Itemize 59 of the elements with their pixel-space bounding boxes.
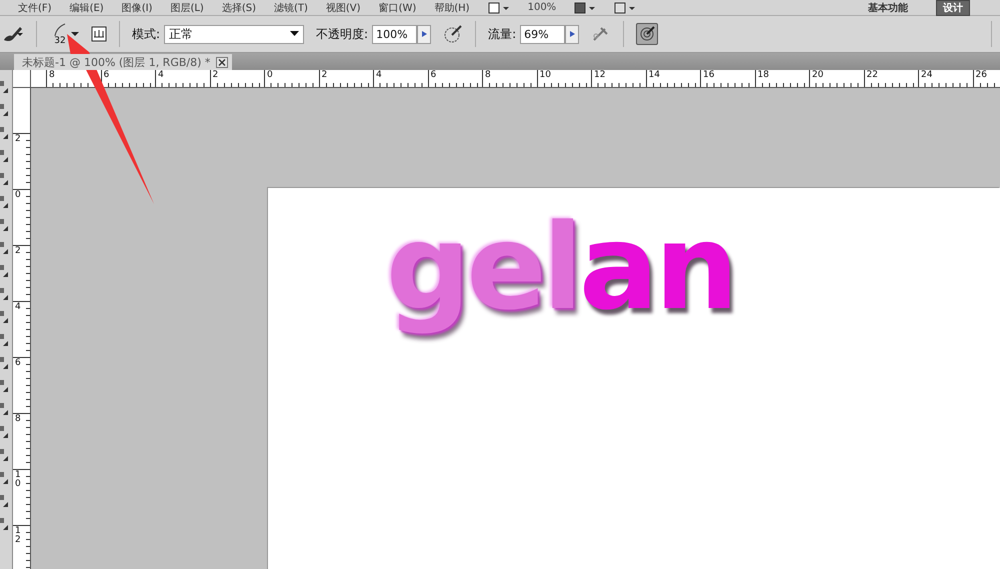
ruler-label: 18 <box>758 70 769 80</box>
menu-item[interactable]: 图层(L) <box>170 0 204 14</box>
document-tab[interactable]: 未标题-1 @ 100% (图层 1, RGB/8) * <box>14 54 232 70</box>
brush-panel-icon[interactable] <box>91 26 107 42</box>
workspace-button[interactable]: 设计 <box>936 0 970 16</box>
menu-item[interactable]: 滤镜(T) <box>274 0 308 14</box>
ruler-label: 2 <box>14 134 22 144</box>
bevel-text: an <box>578 198 735 336</box>
menu-item[interactable]: 文件(F) <box>18 0 52 14</box>
fur-text: gel <box>386 198 579 336</box>
brush-preset-picker[interactable]: 32 <box>53 22 67 46</box>
ruler-label: 24 <box>921 70 932 80</box>
ruler-label: 0 <box>14 190 22 200</box>
flow-slider-button[interactable] <box>565 24 580 44</box>
caret-icon[interactable] <box>290 31 300 37</box>
workspace-button[interactable]: 基本功能 <box>862 0 914 14</box>
menu-item[interactable]: 窗口(W) <box>378 0 416 14</box>
zoom-level[interactable]: 100% <box>528 2 556 13</box>
ruler-label: 14 <box>648 70 660 80</box>
ruler-label: 0 <box>267 70 273 80</box>
menu-item[interactable]: 图像(I) <box>122 0 152 14</box>
ruler-label: 12 <box>594 70 606 80</box>
triangle-icon[interactable] <box>422 31 427 37</box>
opacity-label: 不透明度: <box>316 26 368 42</box>
ruler-label: 10 <box>540 70 551 80</box>
pen-pressure-icon[interactable] <box>443 24 464 44</box>
ruler-label: 4 <box>14 302 22 312</box>
ruler-label: 6 <box>104 70 110 80</box>
flow-field[interactable]: 69% <box>520 24 566 44</box>
ruler-label: 4 <box>158 70 164 80</box>
ruler-label: 22 <box>866 70 878 80</box>
ruler-label: 12 <box>14 526 22 545</box>
opacity-field[interactable]: 100% <box>372 24 418 44</box>
ruler-label: 8 <box>49 70 55 80</box>
ruler-label: 4 <box>376 70 382 80</box>
menu-item[interactable]: 视图(V) <box>326 0 361 14</box>
ruler-label: 26 <box>976 70 987 80</box>
ruler-label: 20 <box>812 70 824 80</box>
ruler-label: 8 <box>485 70 491 80</box>
close-icon[interactable] <box>216 56 228 68</box>
ruler-label: 8 <box>14 414 22 424</box>
opacity-slider-button[interactable] <box>417 24 432 44</box>
ruler-label: 2 <box>322 70 328 80</box>
triangle-icon[interactable] <box>570 31 575 37</box>
brush-tool-icon[interactable] <box>2 24 24 44</box>
tablet-pressure-button[interactable] <box>636 23 658 45</box>
flow-label: 流量: <box>488 26 516 42</box>
menu-item[interactable]: 编辑(E) <box>70 0 104 14</box>
mode-dropdown[interactable]: 正常 <box>164 24 304 44</box>
ruler-label: 2 <box>212 70 218 80</box>
caret-icon[interactable] <box>71 31 79 37</box>
ruler-label: 6 <box>14 358 22 368</box>
mode-label: 模式: <box>132 26 160 42</box>
ruler-label: 16 <box>703 70 714 80</box>
ruler-label: 2 <box>14 246 22 256</box>
menu-item[interactable]: 帮助(H) <box>434 0 470 14</box>
menu-item[interactable]: 选择(S) <box>222 0 256 14</box>
ruler-label: 6 <box>430 70 436 80</box>
ruler-label: 10 <box>14 470 22 489</box>
